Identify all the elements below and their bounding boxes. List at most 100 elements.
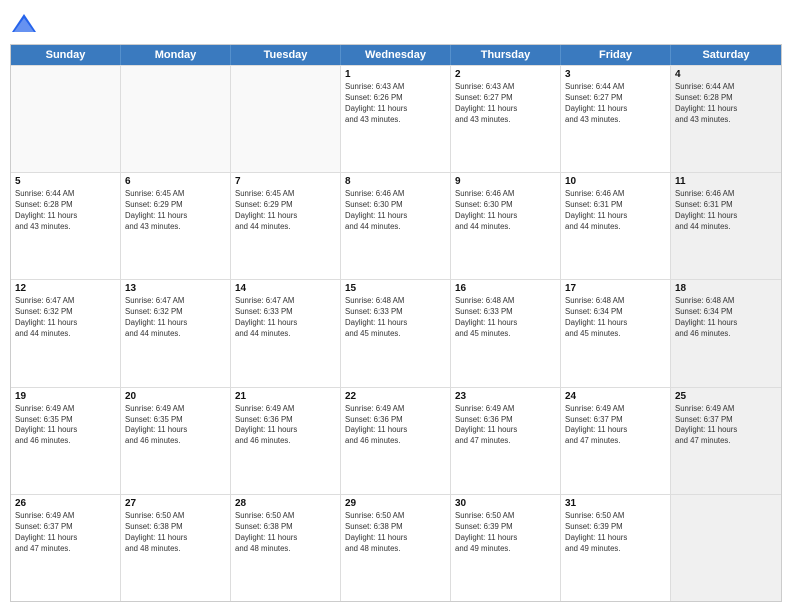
cal-cell: 12 Sunrise: 6:47 AM Sunset: 6:32 PM Dayli… (11, 280, 121, 386)
cal-cell: 29Sunrise: 6:50 AM Sunset: 6:38 PM Dayli… (341, 495, 451, 601)
day-number: 22 (345, 391, 446, 402)
cal-row-0: 1 Sunrise: 6:43 AM Sunset: 6:26 PM Daylig… (11, 65, 781, 172)
cal-cell: 10 Sunrise: 6:46 AM Sunset: 6:31 PM Dayli… (561, 173, 671, 279)
day-number: 5 (15, 176, 116, 187)
day-number: 26 (15, 498, 116, 509)
day-number: 1 (345, 69, 446, 80)
cal-cell: 14 Sunrise: 6:47 AM Sunset: 6:33 PM Dayli… (231, 280, 341, 386)
day-number: 10 (565, 176, 666, 187)
day-info: Sunrise: 6:49 AM Sunset: 6:36 PM Dayligh… (455, 404, 556, 448)
cal-cell: 13Sunrise: 6:47 AM Sunset: 6:32 PM Dayli… (121, 280, 231, 386)
day-info: Sunrise: 6:45 AM Sunset: 6:29 PM Dayligh… (125, 189, 226, 233)
day-number: 9 (455, 176, 556, 187)
day-info: Sunrise: 6:43 AM Sunset: 6:27 PM Dayligh… (455, 82, 556, 126)
cal-row-3: 19 Sunrise: 6:49 AM Sunset: 6:35 PM Dayli… (11, 387, 781, 494)
calendar: SundayMondayTuesdayWednesdayThursdayFrid… (10, 44, 782, 602)
cal-cell: 1 Sunrise: 6:43 AM Sunset: 6:26 PM Daylig… (341, 66, 451, 172)
day-number: 31 (565, 498, 666, 509)
day-info: Sunrise: 6:44 AM Sunset: 6:27 PM Dayligh… (565, 82, 666, 126)
cal-cell: 9 Sunrise: 6:46 AM Sunset: 6:30 PM Daylig… (451, 173, 561, 279)
day-number: 6 (125, 176, 226, 187)
day-info: Sunrise: 6:50 AM Sunset: 6:39 PM Dayligh… (565, 511, 666, 555)
cal-cell: 5 Sunrise: 6:44 AM Sunset: 6:28 PM Daylig… (11, 173, 121, 279)
cal-row-1: 5 Sunrise: 6:44 AM Sunset: 6:28 PM Daylig… (11, 172, 781, 279)
logo (10, 10, 42, 38)
day-info: Sunrise: 6:49 AM Sunset: 6:36 PM Dayligh… (235, 404, 336, 448)
cal-cell: 28 Sunrise: 6:50 AM Sunset: 6:38 PM Dayli… (231, 495, 341, 601)
cal-cell: 27Sunrise: 6:50 AM Sunset: 6:38 PM Dayli… (121, 495, 231, 601)
day-info: Sunrise: 6:46 AM Sunset: 6:30 PM Dayligh… (455, 189, 556, 233)
cal-cell (121, 66, 231, 172)
cal-cell: 30 Sunrise: 6:50 AM Sunset: 6:39 PM Dayli… (451, 495, 561, 601)
day-number: 12 (15, 283, 116, 294)
calendar-header: SundayMondayTuesdayWednesdayThursdayFrid… (11, 45, 781, 65)
cal-cell (671, 495, 781, 601)
day-number: 15 (345, 283, 446, 294)
cal-cell: 8 Sunrise: 6:46 AM Sunset: 6:30 PM Daylig… (341, 173, 451, 279)
cal-row-2: 12 Sunrise: 6:47 AM Sunset: 6:32 PM Dayli… (11, 279, 781, 386)
day-number: 14 (235, 283, 336, 294)
day-info: Sunrise: 6:49 AM Sunset: 6:35 PM Dayligh… (125, 404, 226, 448)
day-info: Sunrise: 6:49 AM Sunset: 6:35 PM Dayligh… (15, 404, 116, 448)
day-number: 23 (455, 391, 556, 402)
cal-cell: 11Sunrise: 6:46 AM Sunset: 6:31 PM Dayli… (671, 173, 781, 279)
day-info: Sunrise: 6:44 AM Sunset: 6:28 PM Dayligh… (15, 189, 116, 233)
day-number: 30 (455, 498, 556, 509)
cal-cell: 18 Sunrise: 6:48 AM Sunset: 6:34 PM Dayli… (671, 280, 781, 386)
day-number: 28 (235, 498, 336, 509)
day-info: Sunrise: 6:49 AM Sunset: 6:37 PM Dayligh… (15, 511, 116, 555)
weekday-header-sunday: Sunday (11, 45, 121, 65)
weekday-header-thursday: Thursday (451, 45, 561, 65)
cal-cell: 7 Sunrise: 6:45 AM Sunset: 6:29 PM Daylig… (231, 173, 341, 279)
weekday-header-saturday: Saturday (671, 45, 781, 65)
header (10, 10, 782, 38)
day-info: Sunrise: 6:45 AM Sunset: 6:29 PM Dayligh… (235, 189, 336, 233)
day-info: Sunrise: 6:43 AM Sunset: 6:26 PM Dayligh… (345, 82, 446, 126)
day-number: 2 (455, 69, 556, 80)
day-number: 3 (565, 69, 666, 80)
weekday-header-wednesday: Wednesday (341, 45, 451, 65)
day-number: 19 (15, 391, 116, 402)
cal-cell: 21 Sunrise: 6:49 AM Sunset: 6:36 PM Dayli… (231, 388, 341, 494)
day-number: 27 (125, 498, 226, 509)
day-number: 29 (345, 498, 446, 509)
day-info: Sunrise: 6:46 AM Sunset: 6:30 PM Dayligh… (345, 189, 446, 233)
day-number: 11 (675, 176, 777, 187)
cal-cell: 31 Sunrise: 6:50 AM Sunset: 6:39 PM Dayli… (561, 495, 671, 601)
day-info: Sunrise: 6:49 AM Sunset: 6:37 PM Dayligh… (565, 404, 666, 448)
logo-icon (10, 10, 38, 38)
weekday-header-monday: Monday (121, 45, 231, 65)
cal-row-4: 26 Sunrise: 6:49 AM Sunset: 6:37 PM Dayli… (11, 494, 781, 601)
cal-cell: 6 Sunrise: 6:45 AM Sunset: 6:29 PM Daylig… (121, 173, 231, 279)
day-info: Sunrise: 6:46 AM Sunset: 6:31 PM Dayligh… (565, 189, 666, 233)
day-info: Sunrise: 6:49 AM Sunset: 6:37 PM Dayligh… (675, 404, 777, 448)
day-info: Sunrise: 6:47 AM Sunset: 6:33 PM Dayligh… (235, 296, 336, 340)
day-info: Sunrise: 6:47 AM Sunset: 6:32 PM Dayligh… (15, 296, 116, 340)
day-info: Sunrise: 6:48 AM Sunset: 6:33 PM Dayligh… (345, 296, 446, 340)
day-info: Sunrise: 6:44 AM Sunset: 6:28 PM Dayligh… (675, 82, 777, 126)
cal-cell: 2 Sunrise: 6:43 AM Sunset: 6:27 PM Daylig… (451, 66, 561, 172)
cal-cell: 22 Sunrise: 6:49 AM Sunset: 6:36 PM Dayli… (341, 388, 451, 494)
day-info: Sunrise: 6:48 AM Sunset: 6:34 PM Dayligh… (565, 296, 666, 340)
day-number: 25 (675, 391, 777, 402)
cal-cell: 23 Sunrise: 6:49 AM Sunset: 6:36 PM Dayli… (451, 388, 561, 494)
day-info: Sunrise: 6:47 AM Sunset: 6:32 PM Dayligh… (125, 296, 226, 340)
day-info: Sunrise: 6:48 AM Sunset: 6:33 PM Dayligh… (455, 296, 556, 340)
cal-cell: 25 Sunrise: 6:49 AM Sunset: 6:37 PM Dayli… (671, 388, 781, 494)
day-number: 17 (565, 283, 666, 294)
day-number: 8 (345, 176, 446, 187)
day-info: Sunrise: 6:48 AM Sunset: 6:34 PM Dayligh… (675, 296, 777, 340)
day-number: 24 (565, 391, 666, 402)
cal-cell (231, 66, 341, 172)
day-info: Sunrise: 6:50 AM Sunset: 6:38 PM Dayligh… (235, 511, 336, 555)
day-number: 21 (235, 391, 336, 402)
cal-cell (11, 66, 121, 172)
cal-cell: 15 Sunrise: 6:48 AM Sunset: 6:33 PM Dayli… (341, 280, 451, 386)
day-info: Sunrise: 6:50 AM Sunset: 6:39 PM Dayligh… (455, 511, 556, 555)
day-number: 18 (675, 283, 777, 294)
day-number: 16 (455, 283, 556, 294)
cal-cell: 17 Sunrise: 6:48 AM Sunset: 6:34 PM Dayli… (561, 280, 671, 386)
cal-cell: 24 Sunrise: 6:49 AM Sunset: 6:37 PM Dayli… (561, 388, 671, 494)
day-number: 7 (235, 176, 336, 187)
day-info: Sunrise: 6:49 AM Sunset: 6:36 PM Dayligh… (345, 404, 446, 448)
